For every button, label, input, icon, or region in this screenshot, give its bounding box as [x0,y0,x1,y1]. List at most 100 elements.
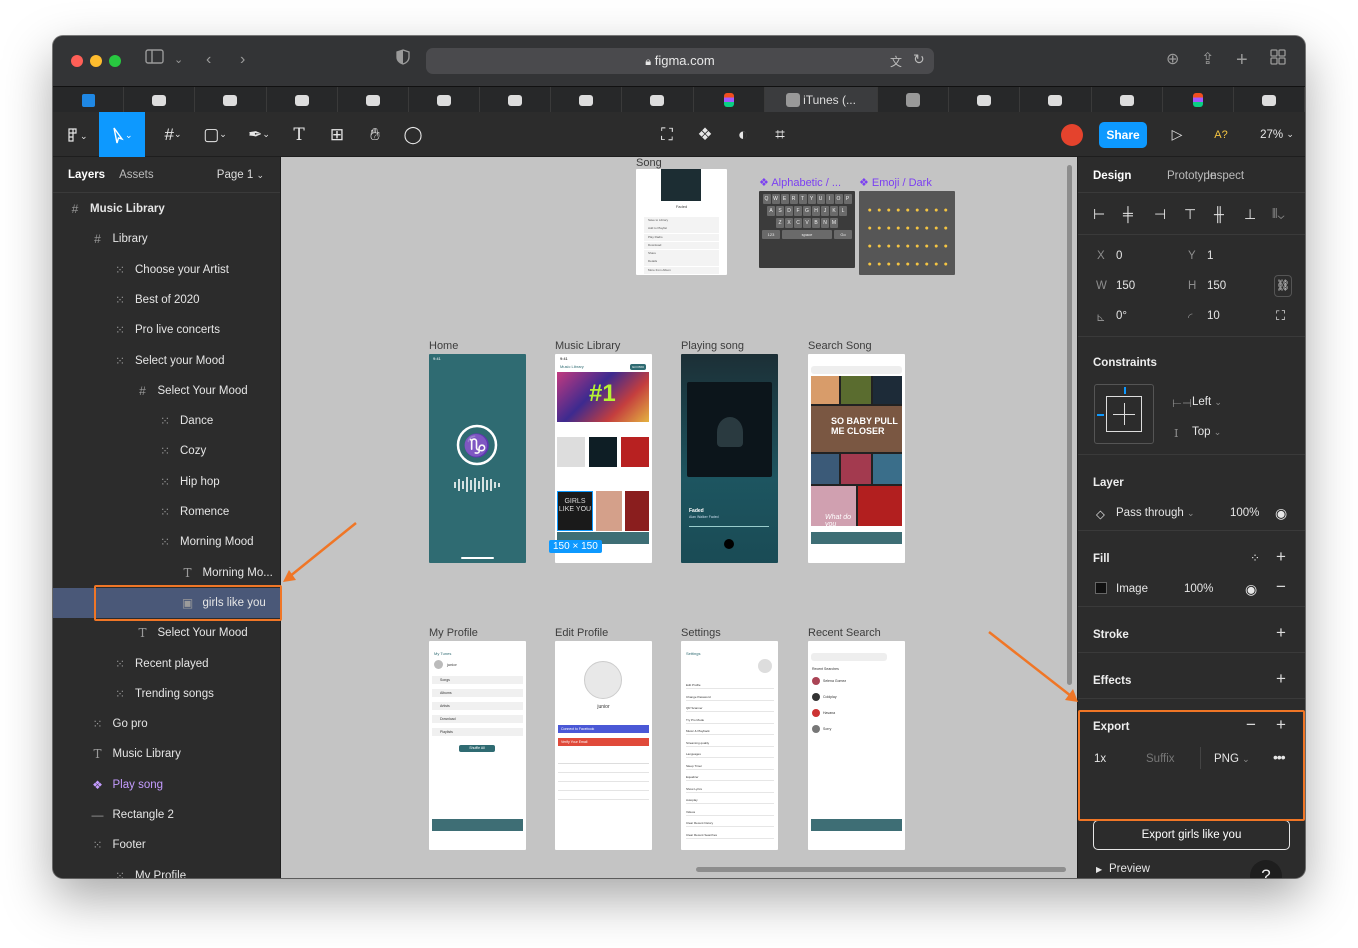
rotation-input[interactable]: 0° [1116,310,1127,322]
tab-video-10[interactable] [1020,87,1092,113]
layer-row[interactable]: T Music Library [53,739,280,769]
blend-mode-select[interactable]: Pass through ⌄ [1116,507,1195,519]
tab-video-12[interactable] [1233,87,1305,113]
share-sheet-icon[interactable]: ⇪ [1201,49,1214,71]
tab-trello[interactable] [53,87,125,113]
add-stroke-icon[interactable]: + [1276,623,1286,643]
align-center-h-icon[interactable]: ╪ [1123,206,1133,222]
align-center-v-icon[interactable]: ╫ [1214,206,1224,222]
tab-design[interactable]: Design [1093,170,1131,182]
align-top-icon[interactable]: ⊤ [1184,206,1196,223]
layer-row[interactable]: — Rectangle 2 [53,800,280,830]
constraint-vertical-select[interactable]: Top ⌄ [1192,426,1221,438]
layer-row[interactable]: # Library [53,224,280,254]
layer-row[interactable]: # Select Your Mood [53,376,280,406]
constraint-top-handle[interactable] [1124,387,1126,394]
reload-icon[interactable]: ↻ [913,51,925,68]
canvas[interactable]: Song Faded Save to Library Add to Playlis… [281,157,1077,878]
avatar[interactable] [1061,124,1083,146]
zoom-menu[interactable]: 27% ⌄ [1257,112,1297,157]
page-selector[interactable]: Page 1 ⌄ [217,169,264,181]
layer-row[interactable]: # Music Library [53,194,280,224]
layer-row[interactable]: ⁙ Go pro [53,709,280,739]
present-icon[interactable]: ▷ [1163,112,1191,157]
frame-tool-icon[interactable]: # ⌄ [153,112,193,157]
align-left-icon[interactable]: ⊢ [1093,206,1105,223]
x-input[interactable]: 0 [1116,250,1122,262]
constraint-horizontal-select[interactable]: Left ⌄ [1192,396,1222,408]
layer-opacity-input[interactable]: 100% [1230,507,1259,519]
layer-row[interactable]: ⁙ Hip hop [53,467,280,497]
tab-video-5[interactable] [408,87,481,113]
constrain-proportions-icon[interactable]: ⛓ [1274,275,1292,297]
layer-row[interactable]: ⁙ Recent played [53,649,280,679]
image-swatch-icon[interactable] [1095,582,1107,594]
layer-row[interactable]: ⁙ Pro live concerts [53,315,280,345]
layer-row[interactable]: T Select Your Mood [53,618,280,648]
layer-row[interactable]: ⁙ Trending songs [53,679,280,709]
zoom-window-button[interactable] [109,55,121,67]
new-tab-icon[interactable]: + [1236,49,1248,71]
tab-video-1[interactable] [124,87,196,113]
distribute-icon[interactable]: ⫴⌄ [1272,206,1284,222]
layer-row[interactable]: ⁙ Best of 2020 [53,285,280,315]
export-button[interactable]: Export girls like you [1093,820,1290,850]
layer-row[interactable]: ⁙ Cozy [53,436,280,466]
height-input[interactable]: 150 [1207,280,1226,292]
forward-icon[interactable]: › [240,49,245,71]
back-icon[interactable]: ‹ [206,49,211,71]
download-icon[interactable]: ⊕ [1166,49,1179,71]
align-bottom-icon[interactable]: ⊥ [1244,206,1256,223]
tab-video-11[interactable] [1091,87,1163,113]
corner-radius-input[interactable]: 10 [1207,310,1220,322]
tab-video-3[interactable] [266,87,338,113]
shape-tool-icon[interactable]: ▢ ⌄ [196,112,234,157]
independent-corners-icon[interactable]: ⛶ [1276,308,1285,324]
layer-row[interactable]: ⁙ Select your Mood [53,346,280,376]
accessibility-label[interactable]: A? [1207,112,1235,157]
fill-styles-icon[interactable]: ⁘ [1250,551,1260,565]
hand-tool-icon[interactable]: ✋︎ [361,112,389,157]
remove-fill-icon[interactable]: − [1276,577,1286,597]
tab-video-9[interactable] [949,87,1021,113]
constraint-left-handle[interactable] [1097,414,1104,416]
layer-row[interactable]: ⁙ Footer [53,830,280,860]
tab-layers[interactable]: Layers [68,169,105,181]
fill-opacity-input[interactable]: 100% [1184,583,1213,595]
add-fill-icon[interactable]: + [1276,547,1286,567]
layer-row[interactable]: ⁙ Morning Mood [53,527,280,557]
crop-icon[interactable]: ⌗ [766,112,794,157]
comment-tool-icon[interactable]: ◯ [399,112,427,157]
preview-toggle[interactable]: Preview [1109,863,1150,875]
layer-row[interactable]: ❖ Play song [53,770,280,800]
layer-row[interactable]: ⁙ Romence [53,497,280,527]
resources-icon[interactable]: ⊞ [323,112,351,157]
share-button[interactable]: Share [1099,122,1147,148]
shield-icon[interactable] [396,49,410,72]
pen-tool-icon[interactable]: ✒ ⌄ [239,112,279,157]
layer-row[interactable]: ⁙ Dance [53,406,280,436]
sidebar-icon[interactable] [145,49,165,72]
align-right-icon[interactable]: ⊣ [1154,206,1166,223]
close-window-button[interactable] [71,55,83,67]
tab-figma-2[interactable] [1162,87,1234,113]
tab-itunes[interactable]: iTunes (... [764,87,878,113]
tab-video-4[interactable] [337,87,409,113]
tab-figma-1[interactable] [693,87,765,113]
tab-video-2[interactable] [195,87,267,113]
help-button[interactable]: ? [1250,860,1282,878]
translate-icon[interactable]: 文 [890,53,902,70]
auto-layout-icon[interactable]: ⛶ [653,112,681,157]
component-icon[interactable]: ❖ [691,112,719,157]
tab-video-8[interactable] [622,87,694,113]
main-menu-icon[interactable]: ⌄ [61,112,95,157]
y-input[interactable]: 1 [1207,250,1213,262]
tab-file[interactable] [877,87,950,113]
constraint-widget[interactable] [1094,384,1154,444]
text-tool-icon[interactable]: T [285,112,313,157]
tab-assets[interactable]: Assets [119,169,154,181]
width-input[interactable]: 150 [1116,280,1135,292]
chevron-down-icon[interactable]: ⌄ [174,49,183,71]
eye-icon[interactable]: ◉ [1275,505,1287,522]
tab-overview-icon[interactable] [1270,49,1286,72]
